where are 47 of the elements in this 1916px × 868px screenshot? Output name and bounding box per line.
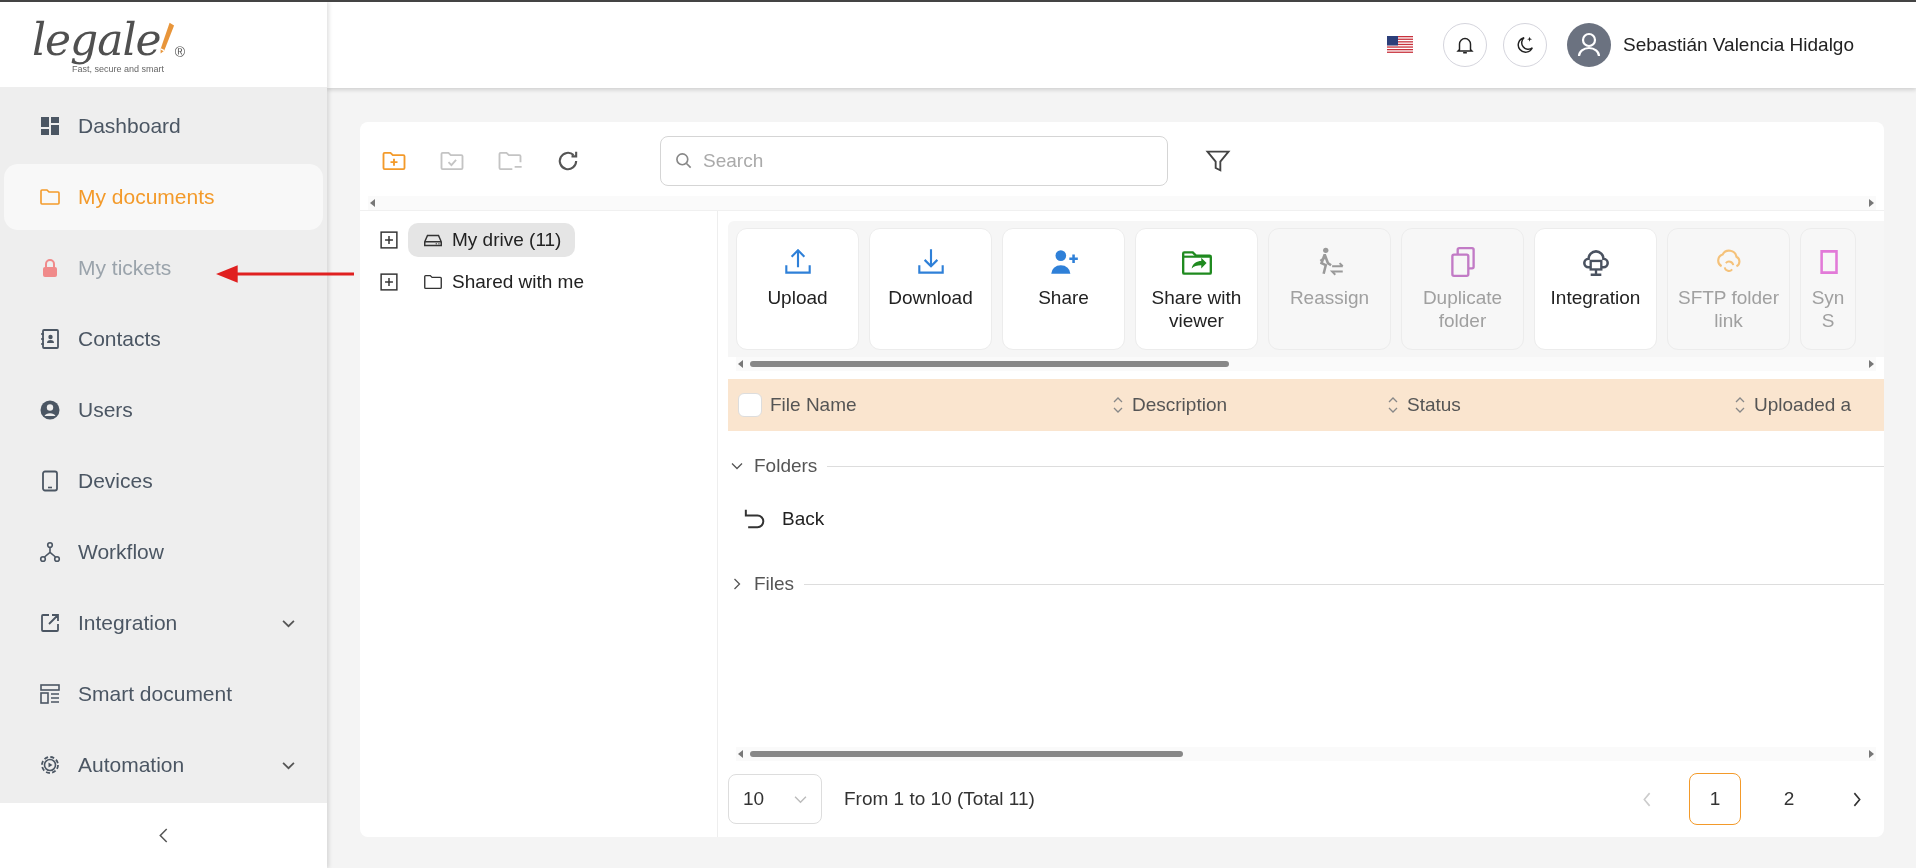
action-button[interactable]: Share with viewer bbox=[1135, 228, 1258, 350]
scrollbar[interactable] bbox=[368, 196, 1876, 210]
action-button[interactable]: Download bbox=[869, 228, 992, 350]
sidebar-item[interactable]: Automation bbox=[4, 732, 323, 799]
registered-mark: ® bbox=[174, 43, 185, 60]
pagination-info: From 1 to 10 (Total 11) bbox=[844, 788, 1035, 810]
tree-node[interactable]: Shared with me bbox=[408, 265, 598, 299]
expand-icon[interactable] bbox=[380, 273, 398, 291]
chevron-down-icon[interactable] bbox=[282, 618, 295, 628]
sidebar-item[interactable]: Dashboard bbox=[4, 93, 323, 160]
select-all-checkbox[interactable] bbox=[738, 393, 762, 417]
page-size-select[interactable]: 10 bbox=[728, 774, 822, 824]
action-button[interactable]: Share bbox=[1002, 228, 1125, 350]
group-label[interactable]: Folders bbox=[754, 455, 818, 477]
sidebar-item[interactable]: Contacts bbox=[4, 306, 323, 373]
user-name[interactable]: Sebastián Valencia Hidalgo bbox=[1623, 34, 1854, 56]
page-button[interactable]: 1 bbox=[1689, 773, 1741, 825]
search-field[interactable]: Search bbox=[660, 136, 1168, 186]
scrollbar[interactable] bbox=[736, 357, 1876, 371]
column-header[interactable]: File Name bbox=[770, 394, 857, 416]
column-header[interactable]: Description bbox=[1132, 394, 1228, 416]
chevron-down-icon bbox=[794, 794, 807, 804]
layout-icon bbox=[38, 682, 62, 707]
scrollbar[interactable] bbox=[736, 747, 1876, 761]
action-button[interactable]: Upload bbox=[736, 228, 859, 350]
search-icon bbox=[674, 151, 694, 171]
sidebar-item[interactable]: Workflow bbox=[4, 519, 323, 586]
collapse-icon[interactable] bbox=[159, 828, 168, 844]
tree-node[interactable]: My drive (11) bbox=[408, 223, 576, 257]
sidebar-item[interactable]: Smart document bbox=[4, 661, 323, 728]
sidebar-item[interactable]: Integration bbox=[4, 590, 323, 657]
workflow-icon bbox=[38, 540, 62, 565]
notifications-button[interactable] bbox=[1443, 23, 1488, 67]
next-page-icon[interactable] bbox=[1851, 790, 1862, 808]
us-flag-icon[interactable] bbox=[1387, 36, 1414, 54]
theme-button[interactable] bbox=[1503, 23, 1548, 67]
expand-icon[interactable] bbox=[380, 231, 398, 249]
sidebar-item[interactable]: Users bbox=[4, 377, 323, 444]
column-header[interactable]: Uploaded a bbox=[1754, 394, 1852, 416]
group-label[interactable]: Files bbox=[754, 573, 795, 595]
contact-book-icon bbox=[38, 327, 62, 352]
back-link[interactable]: Back bbox=[782, 508, 825, 530]
column-header[interactable]: Status bbox=[1407, 394, 1461, 416]
chevron-down-icon[interactable] bbox=[282, 760, 295, 770]
action-button[interactable]: Integration bbox=[1534, 228, 1657, 350]
avatar-icon[interactable] bbox=[1567, 23, 1612, 67]
sidebar-item[interactable]: Devices bbox=[4, 448, 323, 515]
